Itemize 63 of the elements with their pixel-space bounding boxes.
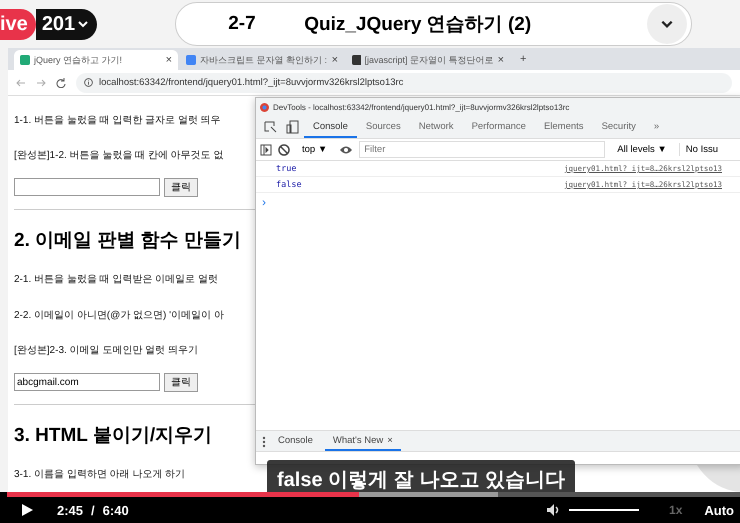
devtools-tab[interactable]: Console [304,116,357,138]
console-prompt: › [261,194,267,211]
section-heading: 3. HTML 붙이기/지우기 [14,424,212,448]
duration: 6:40 [102,502,129,518]
page-text: 1-1. 버튼을 눌렀을 때 입력한 글자로 얼럿 띄우 [14,114,221,128]
live-badge: ive [0,8,36,40]
speed-button[interactable]: 1x [669,503,682,517]
browser-tab[interactable]: [javascript] 문자열이 특정단어로 × [346,50,510,70]
eye-icon[interactable] [339,144,354,154]
page-text: 3-1. 이름을 입력하면 아래 나오게 하기 [14,468,186,482]
page-text: [완성본]2-3. 이메일 도메인만 얼럿 띄우기 [14,344,198,358]
click-button[interactable]: 클릭 [164,372,198,392]
click-button[interactable]: 클릭 [164,178,198,197]
window-title: DevTools - localhost:63342/frontend/jquery01.html?_ijt=8uvvjormv326krsl2lptso13rc [273,102,570,112]
issues-button[interactable]: No Issu [678,143,724,156]
section-heading: 2. 이메일 판별 함수 만들기 [14,228,241,253]
drawer-tab[interactable]: What's New × [324,431,401,451]
filter-input[interactable]: Filter [359,141,606,158]
drawer-tab[interactable]: Console [270,431,321,451]
new-tab-button[interactable]: + [512,53,534,65]
page-text: 2-2. 이메일이 아니면(@가 없으면) '이메일이 아 [14,308,224,323]
close-tab-button[interactable]: × [498,54,504,66]
progress-bar[interactable] [7,492,740,497]
tab-title: [javascript] 문자열이 특정단어로 [364,54,494,66]
play-icon[interactable] [22,504,33,516]
site-icon [20,55,30,65]
lesson-number: 2-7 [228,13,257,35]
sidebar-icon[interactable] [260,144,272,156]
volume-icon[interactable] [547,504,562,516]
time-separator: / [91,502,95,518]
levels-dropdown[interactable]: All levels ▼ [611,143,673,156]
devtools-tab[interactable]: Security [592,116,645,138]
info-icon [84,78,93,87]
expand-button[interactable] [647,4,687,44]
quality-button[interactable]: Auto [704,502,734,518]
devtools-tab[interactable]: Sources [356,116,410,138]
text-input[interactable]: abcgmail.com [14,373,160,392]
page-text: 2-1. 버튼을 눌렀을 때 입력받은 이메일로 얼럿 [14,273,218,288]
page-text: [완성본]1-2. 버튼을 눌렀을 때 칸에 아무것도 없 [14,149,224,164]
devtools-tab[interactable]: Network [410,116,463,138]
tab-title: jQuery 연습하고 가기! [34,54,124,66]
lesson-title: Quiz_JQuery 연습하기 (2) [304,13,532,37]
browser-tab[interactable]: 자바스크립트 문자열 확인하기 : × [180,50,344,70]
site-icon [352,55,361,65]
episode-button[interactable]: 201 [36,8,98,40]
browser-tab[interactable]: jQuery 연습하고 가기! × [14,50,178,70]
more-tabs-button[interactable]: » [644,116,668,138]
close-tab-button[interactable]: × [332,54,338,66]
text-input[interactable] [14,178,160,196]
url-text: localhost:63342/frontend/jquery01.html?_ijt=8uvvjormv326krsl2lptso13rc [99,77,404,88]
tab-title: 자바스크립트 문자열 확인하기 : [200,54,328,66]
current-time: 2:45 [57,502,84,518]
browser-logo-icon [260,102,269,112]
devtools-tab[interactable]: Elements [534,116,593,138]
context-dropdown[interactable]: top ▼ [296,143,334,156]
clear-icon[interactable] [278,144,290,156]
address-bar[interactable]: localhost:63342/frontend/jquery01.html?_ijt=8uvvjormv326krsl2lptso13rc [76,72,732,92]
site-icon [186,55,196,65]
console-value: true [276,164,298,174]
reload-icon[interactable] [56,78,66,88]
close-tab-button[interactable]: × [166,54,172,66]
devtools-tab[interactable]: Performance [462,116,535,138]
console-value: false [276,180,303,190]
